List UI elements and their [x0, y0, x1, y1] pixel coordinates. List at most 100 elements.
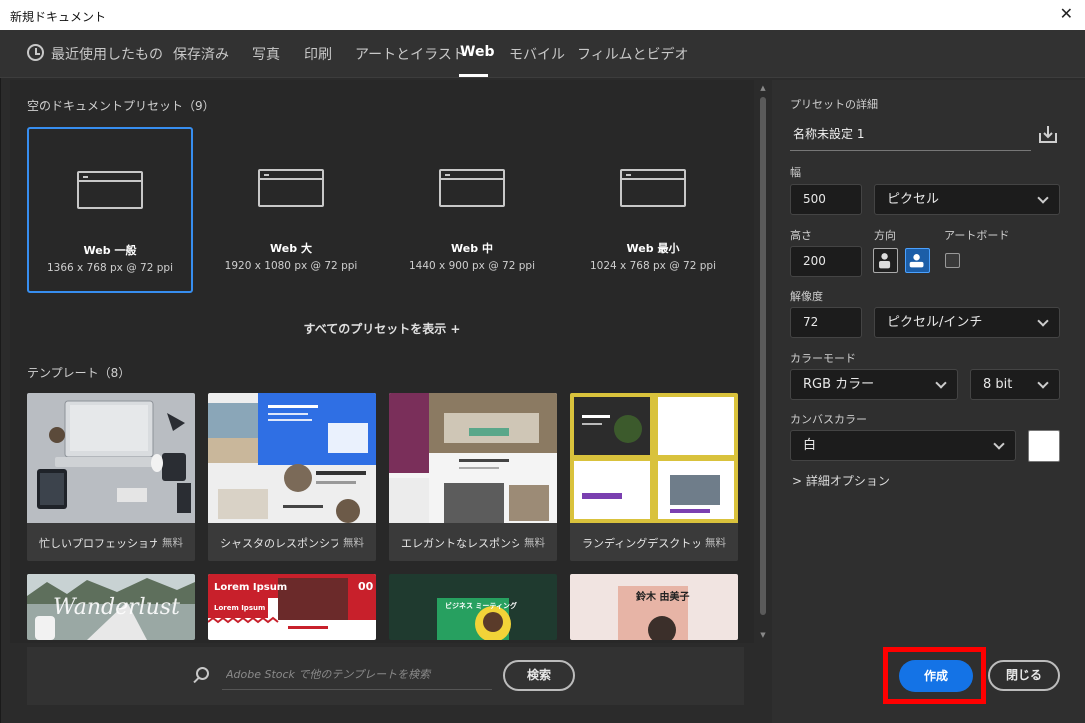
template-card[interactable]: ビジネス ミーティング: [389, 574, 557, 640]
template-thumbnail: [570, 393, 738, 523]
chevron-down-icon: [1037, 315, 1049, 327]
scrollbar-thumb[interactable]: [760, 97, 766, 615]
template-name: ランディングデスクトッ...: [582, 537, 700, 550]
template-card[interactable]: 鈴木 由美子: [570, 574, 738, 640]
business-meeting-text: ビジネス ミーティング: [445, 601, 517, 610]
canvas-color-dropdown[interactable]: 白: [790, 430, 1016, 461]
preset-card[interactable]: Web 大 1920 x 1080 px @ 72 ppi: [208, 127, 374, 293]
template-thumbnail: [389, 393, 557, 523]
chevron-right-icon: >: [792, 474, 803, 488]
preset-name: Web 一般: [83, 244, 137, 257]
preset-card[interactable]: Web 中 1440 x 900 px @ 72 ppi: [389, 127, 555, 293]
chevron-down-icon: [993, 438, 1005, 450]
template-thumbnail: ビジネス ミーティング: [389, 574, 557, 640]
tab-web[interactable]: Web: [460, 44, 494, 60]
template-thumbnail: Wanderlust: [27, 574, 195, 640]
preset-card[interactable]: Web 一般 1366 x 768 px @ 72 ppi: [27, 127, 193, 293]
show-all-presets-link[interactable]: すべてのプリセットを表示 +: [10, 320, 754, 337]
preset-name-field[interactable]: 名称未設定 1: [790, 120, 1031, 151]
lorem-title: Lorem Ipsum: [214, 582, 287, 593]
bit-depth-dropdown[interactable]: 8 bit: [970, 369, 1060, 400]
presets-panel: 空のドキュメントプリセット（9） Web 一般 1366 x 768 px @ …: [10, 80, 754, 643]
advanced-options-label: 詳細オプション: [805, 474, 890, 488]
stock-search-input[interactable]: [222, 660, 492, 690]
template-info-bar: シャスタのレスポンシブ... 無料: [208, 523, 376, 561]
template-card[interactable]: 忙しいプロフェッショナ... 無料: [27, 393, 195, 561]
artboard-checkbox[interactable]: [945, 253, 960, 268]
height-field[interactable]: 200: [790, 246, 862, 277]
tab-photo[interactable]: 写真: [252, 44, 280, 64]
save-preset-icon[interactable]: [1038, 124, 1058, 144]
document-window-icon: [258, 169, 324, 207]
template-info-bar: ランディングデスクトッ... 無料: [570, 523, 738, 561]
presets-heading: 空のドキュメントプリセット（9）: [27, 99, 215, 113]
preset-dimensions: 1024 x 768 px @ 72 ppi: [590, 260, 716, 272]
close-button[interactable]: 閉じる: [988, 660, 1060, 691]
template-name: 忙しいプロフェッショナ...: [39, 537, 157, 550]
search-icon: [196, 667, 209, 680]
templates-heading: テンプレート（8）: [27, 366, 131, 380]
canvas-color-swatch[interactable]: [1028, 430, 1060, 462]
close-icon[interactable]: ✕: [1060, 5, 1073, 23]
chevron-down-icon: [935, 377, 947, 389]
template-card[interactable]: ランディングデスクトッ... 無料: [570, 393, 738, 561]
width-unit-value: ピクセル: [887, 192, 940, 207]
template-card[interactable]: Wanderlust: [27, 574, 195, 640]
color-mode-value: RGB カラー: [803, 377, 875, 392]
tab-mobile[interactable]: モバイル: [509, 44, 565, 64]
tab-recent[interactable]: 最近使用したもの: [51, 44, 163, 64]
wanderlust-text: Wanderlust: [53, 595, 180, 620]
template-thumbnail: Lorem Ipsum Lorem Ipsum 00: [208, 574, 376, 640]
chevron-down-icon: [1037, 377, 1049, 389]
template-info-bar: エレガントなレスポンシ... 無料: [389, 523, 557, 561]
template-card[interactable]: Lorem Ipsum Lorem Ipsum 00: [208, 574, 376, 640]
clock-icon: [27, 44, 44, 61]
create-button[interactable]: 作成: [899, 660, 973, 692]
canvas-color-label: カンバスカラー: [790, 413, 867, 426]
width-unit-dropdown[interactable]: ピクセル: [874, 184, 1060, 215]
height-label: 高さ: [790, 229, 812, 242]
free-badge: 無料: [162, 537, 183, 549]
landscape-orientation-button[interactable]: [905, 248, 930, 273]
landscape-icon: [909, 254, 924, 268]
preset-dimensions: 1920 x 1080 px @ 72 ppi: [224, 260, 358, 272]
tab-film-video[interactable]: フィルムとビデオ: [577, 44, 688, 64]
color-mode-dropdown[interactable]: RGB カラー: [790, 369, 958, 400]
presets-scrollbar[interactable]: ▲ ▼: [757, 80, 769, 643]
resolution-unit-value: ピクセル/インチ: [887, 315, 983, 330]
template-thumbnail: [27, 393, 195, 523]
scroll-up-icon[interactable]: ▲: [757, 84, 769, 92]
preset-details-panel: [772, 80, 1085, 723]
active-tab-indicator: [459, 74, 488, 77]
preset-name: Web 最小: [626, 242, 680, 255]
orientation-label: 方向: [874, 229, 896, 242]
title-bar: 新規ドキュメント ✕: [0, 0, 1085, 30]
document-window-icon: [620, 169, 686, 207]
tab-art-illustration[interactable]: アートとイラスト: [355, 44, 466, 64]
template-name: エレガントなレスポンシ...: [401, 537, 519, 550]
width-field[interactable]: 500: [790, 184, 862, 215]
preset-dimensions: 1440 x 900 px @ 72 ppi: [409, 260, 535, 272]
tab-saved[interactable]: 保存済み: [173, 44, 229, 64]
window-title: 新規ドキュメント: [10, 10, 107, 24]
search-button[interactable]: 検索: [503, 660, 575, 691]
canvas-color-value: 白: [803, 438, 817, 453]
tab-print[interactable]: 印刷: [304, 44, 332, 64]
document-window-icon: [77, 171, 143, 209]
category-tabs: 最近使用したもの 保存済み 写真 印刷 アートとイラスト Web モバイル フィ…: [0, 30, 1085, 78]
portrait-orientation-button[interactable]: [873, 248, 898, 273]
free-badge: 無料: [524, 537, 545, 549]
portrait-icon: [879, 253, 891, 269]
template-card[interactable]: シャスタのレスポンシブ... 無料: [208, 393, 376, 561]
preset-card[interactable]: Web 最小 1024 x 768 px @ 72 ppi: [570, 127, 736, 293]
resolution-unit-dropdown[interactable]: ピクセル/インチ: [874, 307, 1060, 338]
template-card[interactable]: エレガントなレスポンシ... 無料: [389, 393, 557, 561]
bit-depth-value: 8 bit: [983, 377, 1013, 392]
scroll-down-icon[interactable]: ▼: [757, 631, 769, 639]
template-name: シャスタのレスポンシブ...: [220, 537, 338, 550]
resolution-field[interactable]: 72: [790, 307, 862, 338]
advanced-options-toggle[interactable]: > 詳細オプション: [792, 472, 890, 489]
lorem-num: 00: [358, 580, 374, 593]
free-badge: 無料: [343, 537, 364, 549]
template-thumbnail: [208, 393, 376, 523]
